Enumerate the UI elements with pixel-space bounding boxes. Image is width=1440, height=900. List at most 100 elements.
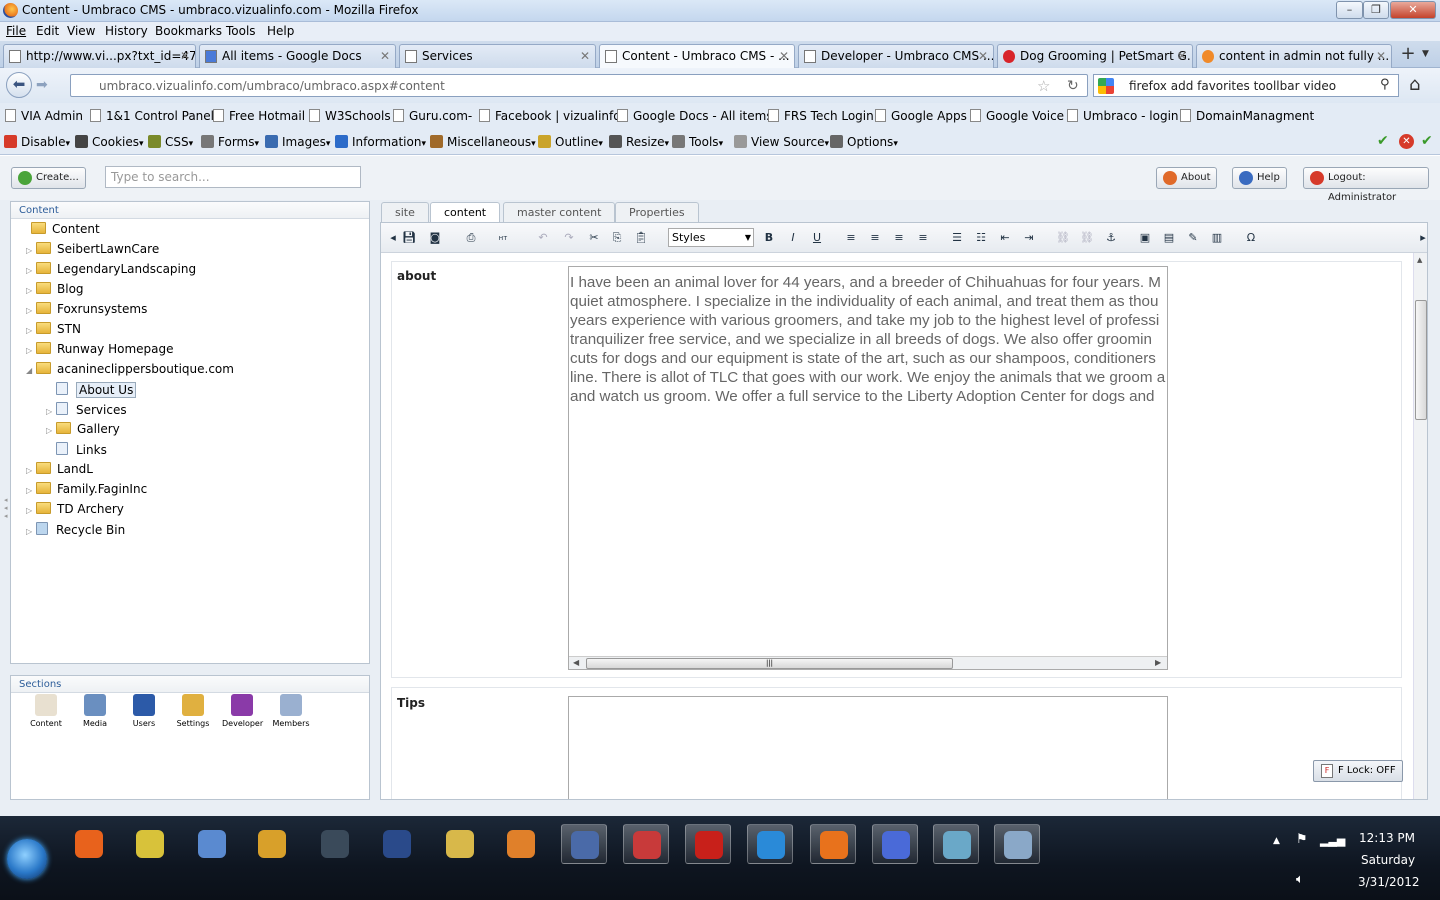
reload-icon[interactable]: ↻: [1067, 78, 1079, 94]
bullet-list-icon[interactable]: ☰: [949, 230, 965, 246]
browser-tab-4[interactable]: Content - Umbraco CMS - ... ✕: [599, 44, 795, 69]
headphones-app-icon[interactable]: [66, 824, 112, 864]
games-icon[interactable]: [623, 824, 669, 864]
home-icon[interactable]: ⌂: [1409, 74, 1420, 95]
devtool-miscellaneous[interactable]: Miscellaneous▾: [430, 135, 536, 149]
section-media[interactable]: Media: [75, 694, 115, 728]
bookmark-w3schools[interactable]: W3Schools: [309, 109, 391, 123]
italic-icon[interactable]: I: [785, 230, 801, 246]
logout-button[interactable]: Logout: Administrator: [1303, 167, 1429, 203]
outdent-icon[interactable]: ⇤: [997, 230, 1013, 246]
bookmark-google-apps[interactable]: Google Apps: [875, 109, 967, 123]
devtool-options[interactable]: Options▾: [830, 135, 898, 149]
paint-icon[interactable]: [994, 824, 1040, 864]
tree-expander-icon[interactable]: ▷: [26, 286, 36, 295]
tree-node-content[interactable]: Content: [21, 222, 100, 242]
tab-close-icon[interactable]: ✕: [978, 45, 988, 67]
insert-table-icon[interactable]: ▥: [1209, 230, 1225, 246]
tree-node-about-us[interactable]: About Us: [46, 382, 137, 402]
remote-desktop-icon[interactable]: [872, 824, 918, 864]
tree-expander-icon[interactable]: ◢: [26, 366, 36, 375]
tree-expander-icon[interactable]: ▷: [26, 306, 36, 315]
undo-icon[interactable]: ↶: [535, 230, 551, 246]
about-rich-text-editor[interactable]: I have been an animal lover for 44 years…: [568, 266, 1168, 670]
devtool-view-source[interactable]: View Source▾: [734, 135, 829, 149]
browser-tab-7[interactable]: content in admin not fully ... ✕: [1196, 44, 1392, 68]
scroll-right-icon[interactable]: ▶: [1155, 658, 1161, 667]
filezilla-icon[interactable]: [685, 824, 731, 864]
horizontal-scrollbar[interactable]: ||| ◀ ▶: [569, 656, 1167, 669]
tree-node-recycle-bin[interactable]: ▷ Recycle Bin: [26, 522, 125, 542]
tree-expander-icon[interactable]: ▷: [26, 346, 36, 355]
help-button[interactable]: Help: [1232, 167, 1287, 189]
tree-node-seibertlawncare[interactable]: ▷ SeibertLawnCare: [26, 242, 159, 262]
menu-file[interactable]: File: [6, 24, 26, 38]
preview-icon[interactable]: ⎙: [463, 230, 479, 246]
bookmark-star-icon[interactable]: ☆: [1037, 77, 1050, 95]
tree-node-runway-homepage[interactable]: ▷ Runway Homepage: [26, 342, 174, 362]
devtool-css[interactable]: CSS▾: [148, 135, 193, 149]
create-button[interactable]: Create...: [11, 167, 86, 189]
tab-content[interactable]: content: [430, 202, 501, 222]
tree-node-links[interactable]: Links: [46, 442, 107, 462]
scrollbar-thumb[interactable]: |||: [586, 658, 953, 669]
tree-expander-icon[interactable]: ▷: [26, 506, 36, 515]
scroll-left-icon[interactable]: ◀: [573, 658, 579, 667]
bookmark-facebook-vizualinfo[interactable]: Facebook | vizualinfo: [479, 109, 621, 123]
eve-app-icon[interactable]: [312, 824, 358, 864]
tab-list-chevron-icon[interactable]: ▼: [1422, 49, 1429, 59]
google-talk-icon[interactable]: [189, 824, 235, 864]
devtool-tools[interactable]: Tools▾: [672, 135, 723, 149]
toolbar-expand-icon[interactable]: ▸: [1415, 230, 1427, 246]
underline-icon[interactable]: U: [809, 230, 825, 246]
tab-close-icon[interactable]: ✕: [779, 45, 789, 67]
menu-tools[interactable]: Tools: [226, 24, 256, 38]
tree-expander-icon[interactable]: ▷: [26, 466, 36, 475]
menu-view[interactable]: View: [67, 24, 95, 38]
itunes-icon[interactable]: [561, 824, 607, 864]
bookmark-1-1-control-panel[interactable]: 1&1 Control Panel: [90, 109, 214, 123]
close-window-button[interactable]: ✕: [1390, 1, 1436, 19]
styles-dropdown[interactable]: Styles ▼: [668, 228, 754, 247]
devtool-images[interactable]: Images▾: [265, 135, 330, 149]
menu-help[interactable]: Help: [267, 24, 294, 38]
tree-expander-icon[interactable]: ▷: [26, 527, 36, 536]
tree-node-family-fagininc[interactable]: ▷ Family.FaginInc: [26, 482, 147, 502]
evemon-icon[interactable]: [374, 824, 420, 864]
devtool-information[interactable]: Information▾: [335, 135, 426, 149]
maximize-button[interactable]: ❐: [1363, 1, 1389, 19]
tree-expander-icon[interactable]: ▷: [26, 326, 36, 335]
tree-expander-icon[interactable]: ▷: [46, 407, 56, 416]
tree-search-input[interactable]: Type to search...: [105, 166, 361, 188]
align-right-icon[interactable]: ≡: [891, 230, 907, 246]
tree-node-foxrunsystems[interactable]: ▷ Foxrunsystems: [26, 302, 147, 322]
tips-editor[interactable]: [568, 696, 1168, 799]
minimize-button[interactable]: –: [1336, 1, 1363, 19]
justify-icon[interactable]: ≡: [915, 230, 931, 246]
check-icon[interactable]: ✔: [1377, 133, 1389, 149]
html-source-icon[interactable]: ʜᴛ: [495, 230, 511, 246]
bookmark-umbraco-login[interactable]: Umbraco - login: [1067, 109, 1179, 123]
browser-tab-2[interactable]: All items - Google Docs ✕: [199, 44, 396, 68]
flock-button[interactable]: F F Lock: OFF: [1313, 760, 1403, 782]
tab-close-icon[interactable]: ✕: [580, 45, 590, 67]
unlink-icon[interactable]: ⛓: [1079, 230, 1095, 246]
devtool-resize[interactable]: Resize▾: [609, 135, 669, 149]
notepad-icon[interactable]: [933, 824, 979, 864]
save-publish-icon[interactable]: ◙: [427, 230, 443, 246]
devtool-cookies[interactable]: Cookies▾: [75, 135, 144, 149]
vertical-scrollbar[interactable]: ▲ ▼: [1413, 253, 1427, 799]
media-player-icon[interactable]: [498, 824, 544, 864]
section-users[interactable]: Users: [124, 694, 164, 728]
bookmark-google-voice[interactable]: Google Voice: [970, 109, 1064, 123]
bold-icon[interactable]: B: [761, 230, 777, 246]
tab-close-icon[interactable]: ✕: [380, 45, 390, 67]
menu-history[interactable]: History: [105, 24, 148, 38]
devtool-outline[interactable]: Outline▾: [538, 135, 603, 149]
new-tab-icon[interactable]: +: [1397, 44, 1419, 66]
start-button[interactable]: [7, 839, 47, 879]
forward-button[interactable]: ➡: [36, 77, 48, 93]
indent-icon[interactable]: ⇥: [1021, 230, 1037, 246]
tree-node-gallery[interactable]: ▷ Gallery: [46, 422, 120, 442]
browser-tab-3[interactable]: Services ✕: [399, 44, 596, 68]
